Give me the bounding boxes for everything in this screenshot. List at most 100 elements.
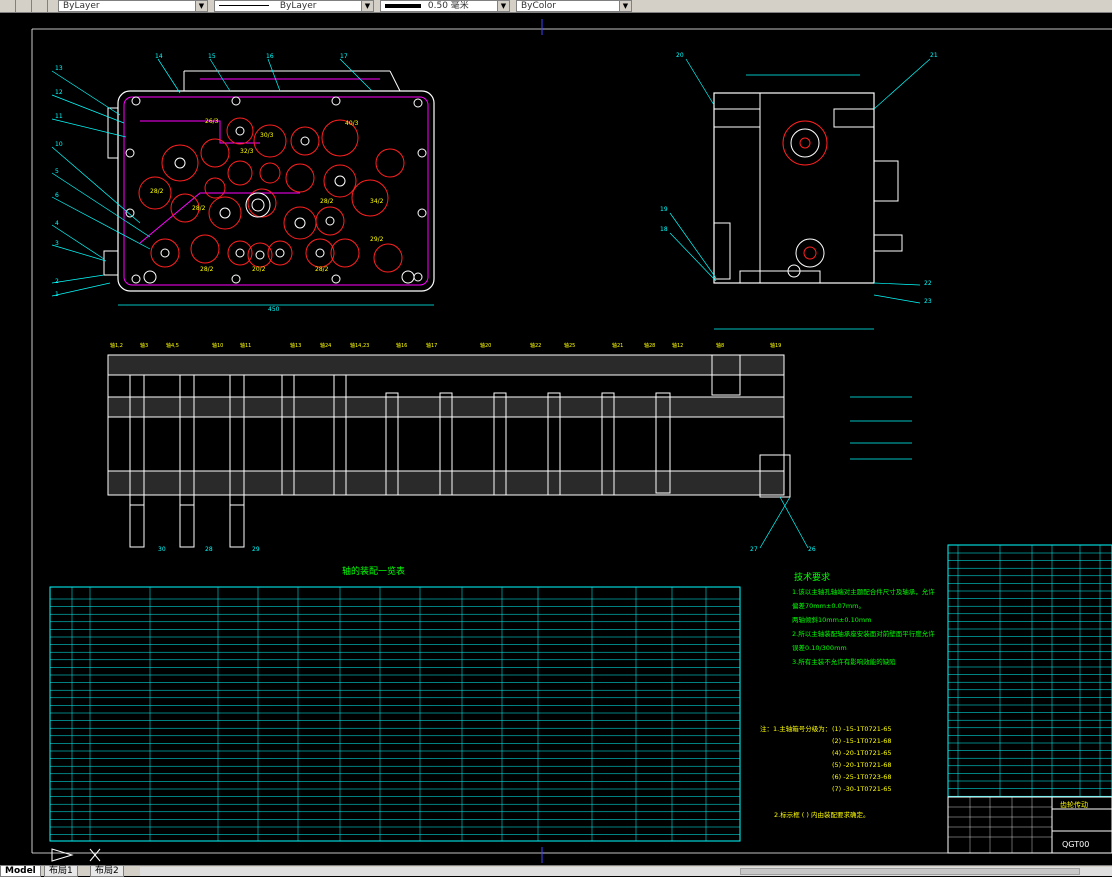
tab-layout1[interactable]: 布局1 bbox=[44, 866, 78, 877]
svg-text:误差0.10/300mm: 误差0.10/300mm bbox=[792, 643, 847, 652]
ucs-icon bbox=[51, 848, 101, 862]
svg-text:(2) -15-1T0721-68: (2) -15-1T0721-68 bbox=[832, 737, 892, 745]
svg-text:11: 11 bbox=[55, 113, 63, 120]
svg-text:10: 10 bbox=[55, 141, 63, 148]
svg-text:轴12: 轴12 bbox=[672, 342, 683, 349]
shaft-development-view: 轴1,2 轴3 轴4,5 轴10 轴11 轴13 轴24 轴14,23 轴16 轴17 轴20… bbox=[107, 342, 912, 553]
svg-text:28: 28 bbox=[205, 546, 213, 553]
svg-text:2: 2 bbox=[55, 278, 59, 285]
tech-requirements-title: 技术要求 bbox=[794, 571, 830, 583]
svg-text:轴4,5: 轴4,5 bbox=[166, 342, 179, 349]
svg-text:18: 18 bbox=[660, 226, 668, 233]
svg-text:轴8: 轴8 bbox=[716, 342, 724, 349]
svg-text:28/2: 28/2 bbox=[320, 198, 334, 205]
svg-text:16: 16 bbox=[266, 53, 274, 60]
drawing-canvas[interactable]: 26/3 30/3 40/3 28/2 32/3 28/2 28/2 34/2 28/2 2… bbox=[0, 13, 1112, 865]
svg-text:轴17: 轴17 bbox=[426, 342, 437, 349]
title-block-label: 齿轮传动 bbox=[1060, 800, 1088, 809]
svg-text:13: 13 bbox=[55, 65, 63, 72]
svg-text:15: 15 bbox=[208, 53, 216, 60]
svg-text:轴21: 轴21 bbox=[612, 342, 623, 349]
svg-text:(1) -15-1T0721-65: (1) -15-1T0721-65 bbox=[832, 725, 892, 733]
svg-text:2.所以主轴装配轴承座安装面对前壁面平行度允许: 2.所以主轴装配轴承座安装面对前壁面平行度允许 bbox=[792, 629, 935, 638]
svg-text:32/3: 32/3 bbox=[240, 148, 254, 155]
svg-text:17: 17 bbox=[340, 53, 348, 60]
svg-text:轴3: 轴3 bbox=[140, 342, 148, 349]
svg-text:40/3: 40/3 bbox=[345, 120, 359, 127]
tech-requirements: 1.该以主轴孔轴端对主题配合件尺寸及轴承，允许 偏差70mm±0.07mm。 两… bbox=[792, 587, 935, 666]
svg-text:29: 29 bbox=[252, 546, 260, 553]
svg-text:2.标示框 ( ) 内由装配要求确定。: 2.标示框 ( ) 内由装配要求确定。 bbox=[774, 810, 869, 819]
linetype-select[interactable]: ByLayer ▼ bbox=[214, 0, 374, 12]
svg-text:3: 3 bbox=[55, 240, 59, 247]
assembly-table bbox=[49, 586, 741, 842]
svg-text:26: 26 bbox=[808, 546, 816, 553]
svg-text:1: 1 bbox=[55, 291, 59, 298]
svg-text:轴10: 轴10 bbox=[212, 342, 223, 349]
plotstyle-select[interactable]: ByColor ▼ bbox=[516, 0, 632, 12]
chevron-down-icon[interactable]: ▼ bbox=[361, 1, 373, 11]
svg-text:两轴倾斜10mm±0.10mm: 两轴倾斜10mm±0.10mm bbox=[792, 615, 872, 624]
notes: 注：1.主轴箱号分级为： (1) -15-1T0721-65 (2) -15-1… bbox=[760, 724, 892, 819]
layer-select-value: ByLayer bbox=[63, 1, 100, 11]
parts-list bbox=[947, 544, 1112, 798]
svg-text:14: 14 bbox=[155, 53, 163, 60]
title-block-code: QGT00 bbox=[1062, 840, 1089, 849]
svg-text:轴16: 轴16 bbox=[396, 342, 407, 349]
svg-text:20: 20 bbox=[676, 52, 684, 59]
svg-text:22: 22 bbox=[924, 280, 932, 287]
layer-state-icon[interactable] bbox=[16, 0, 32, 12]
svg-text:30/3: 30/3 bbox=[260, 132, 274, 139]
svg-text:28/2: 28/2 bbox=[315, 266, 329, 273]
svg-text:轴24: 轴24 bbox=[320, 342, 331, 349]
layout-tab-bar: Model 布局1 布局2 bbox=[0, 865, 1112, 877]
svg-text:34/2: 34/2 bbox=[370, 198, 384, 205]
cad-drawing: 26/3 30/3 40/3 28/2 32/3 28/2 28/2 34/2 28/2 2… bbox=[31, 19, 1112, 863]
svg-text:28/2: 28/2 bbox=[192, 205, 206, 212]
svg-text:12: 12 bbox=[55, 89, 63, 96]
svg-text:28/2: 28/2 bbox=[200, 266, 214, 273]
tab-model[interactable]: Model bbox=[0, 866, 41, 877]
svg-text:26/3: 26/3 bbox=[205, 118, 219, 125]
svg-text:轴14,23: 轴14,23 bbox=[350, 342, 369, 349]
svg-text:1.该以主轴孔轴端对主题配合件尺寸及轴承，允许: 1.该以主轴孔轴端对主题配合件尺寸及轴承，允许 bbox=[792, 587, 935, 596]
svg-text:19: 19 bbox=[660, 206, 668, 213]
svg-text:轴28: 轴28 bbox=[644, 342, 655, 349]
svg-text:偏差70mm±0.07mm。: 偏差70mm±0.07mm。 bbox=[792, 601, 865, 610]
scrollbar-thumb[interactable] bbox=[740, 868, 1080, 875]
svg-text:23: 23 bbox=[924, 298, 932, 305]
layer-manager-icon[interactable] bbox=[0, 0, 16, 12]
svg-text:轴19: 轴19 bbox=[770, 342, 781, 349]
svg-text:(4) -20-1T0721-65: (4) -20-1T0721-65 bbox=[832, 749, 892, 757]
linetype-select-value: ByLayer bbox=[279, 1, 317, 11]
svg-text:28/2: 28/2 bbox=[150, 188, 164, 195]
svg-text:(5) -20-1T0721-68: (5) -20-1T0721-68 bbox=[832, 761, 892, 769]
svg-text:29/2: 29/2 bbox=[370, 236, 384, 243]
svg-text:(7) -30-1T0721-65: (7) -30-1T0721-65 bbox=[832, 785, 892, 793]
svg-text:(6) -25-1T0723-68: (6) -25-1T0723-68 bbox=[832, 773, 892, 781]
horizontal-scrollbar[interactable] bbox=[140, 867, 1112, 876]
svg-text:450: 450 bbox=[268, 306, 280, 313]
side-view: 20 21 19 18 22 23 bbox=[660, 52, 938, 330]
layer-previous-icon[interactable] bbox=[32, 0, 48, 12]
lineweight-select[interactable]: 0.50 毫米 ▼ bbox=[380, 0, 510, 12]
svg-text:20/2: 20/2 bbox=[252, 266, 266, 273]
svg-text:21: 21 bbox=[930, 52, 938, 59]
svg-text:30: 30 bbox=[158, 546, 166, 553]
svg-text:轴20: 轴20 bbox=[480, 342, 491, 349]
svg-text:轴11: 轴11 bbox=[240, 342, 251, 349]
svg-text:3.所有主装不允许有影响效能的缺陷: 3.所有主装不允许有影响效能的缺陷 bbox=[792, 657, 896, 666]
linetype-preview bbox=[219, 5, 269, 6]
chevron-down-icon[interactable]: ▼ bbox=[619, 1, 631, 11]
svg-text:6: 6 bbox=[55, 192, 59, 199]
svg-text:轴1,2: 轴1,2 bbox=[110, 342, 123, 349]
chevron-down-icon[interactable]: ▼ bbox=[195, 1, 207, 11]
lineweight-preview bbox=[385, 3, 421, 8]
tab-layout2[interactable]: 布局2 bbox=[90, 866, 124, 877]
chevron-down-icon[interactable]: ▼ bbox=[497, 1, 509, 11]
svg-text:轴22: 轴22 bbox=[530, 342, 541, 349]
svg-text:注：1.主轴箱号分级为：: 注：1.主轴箱号分级为： bbox=[760, 724, 831, 733]
layer-select[interactable]: ByLayer ▼ bbox=[58, 0, 208, 12]
lineweight-select-value: 0.50 毫米 bbox=[427, 1, 469, 11]
title-block: 齿轮传动 QGT00 bbox=[947, 796, 1112, 854]
